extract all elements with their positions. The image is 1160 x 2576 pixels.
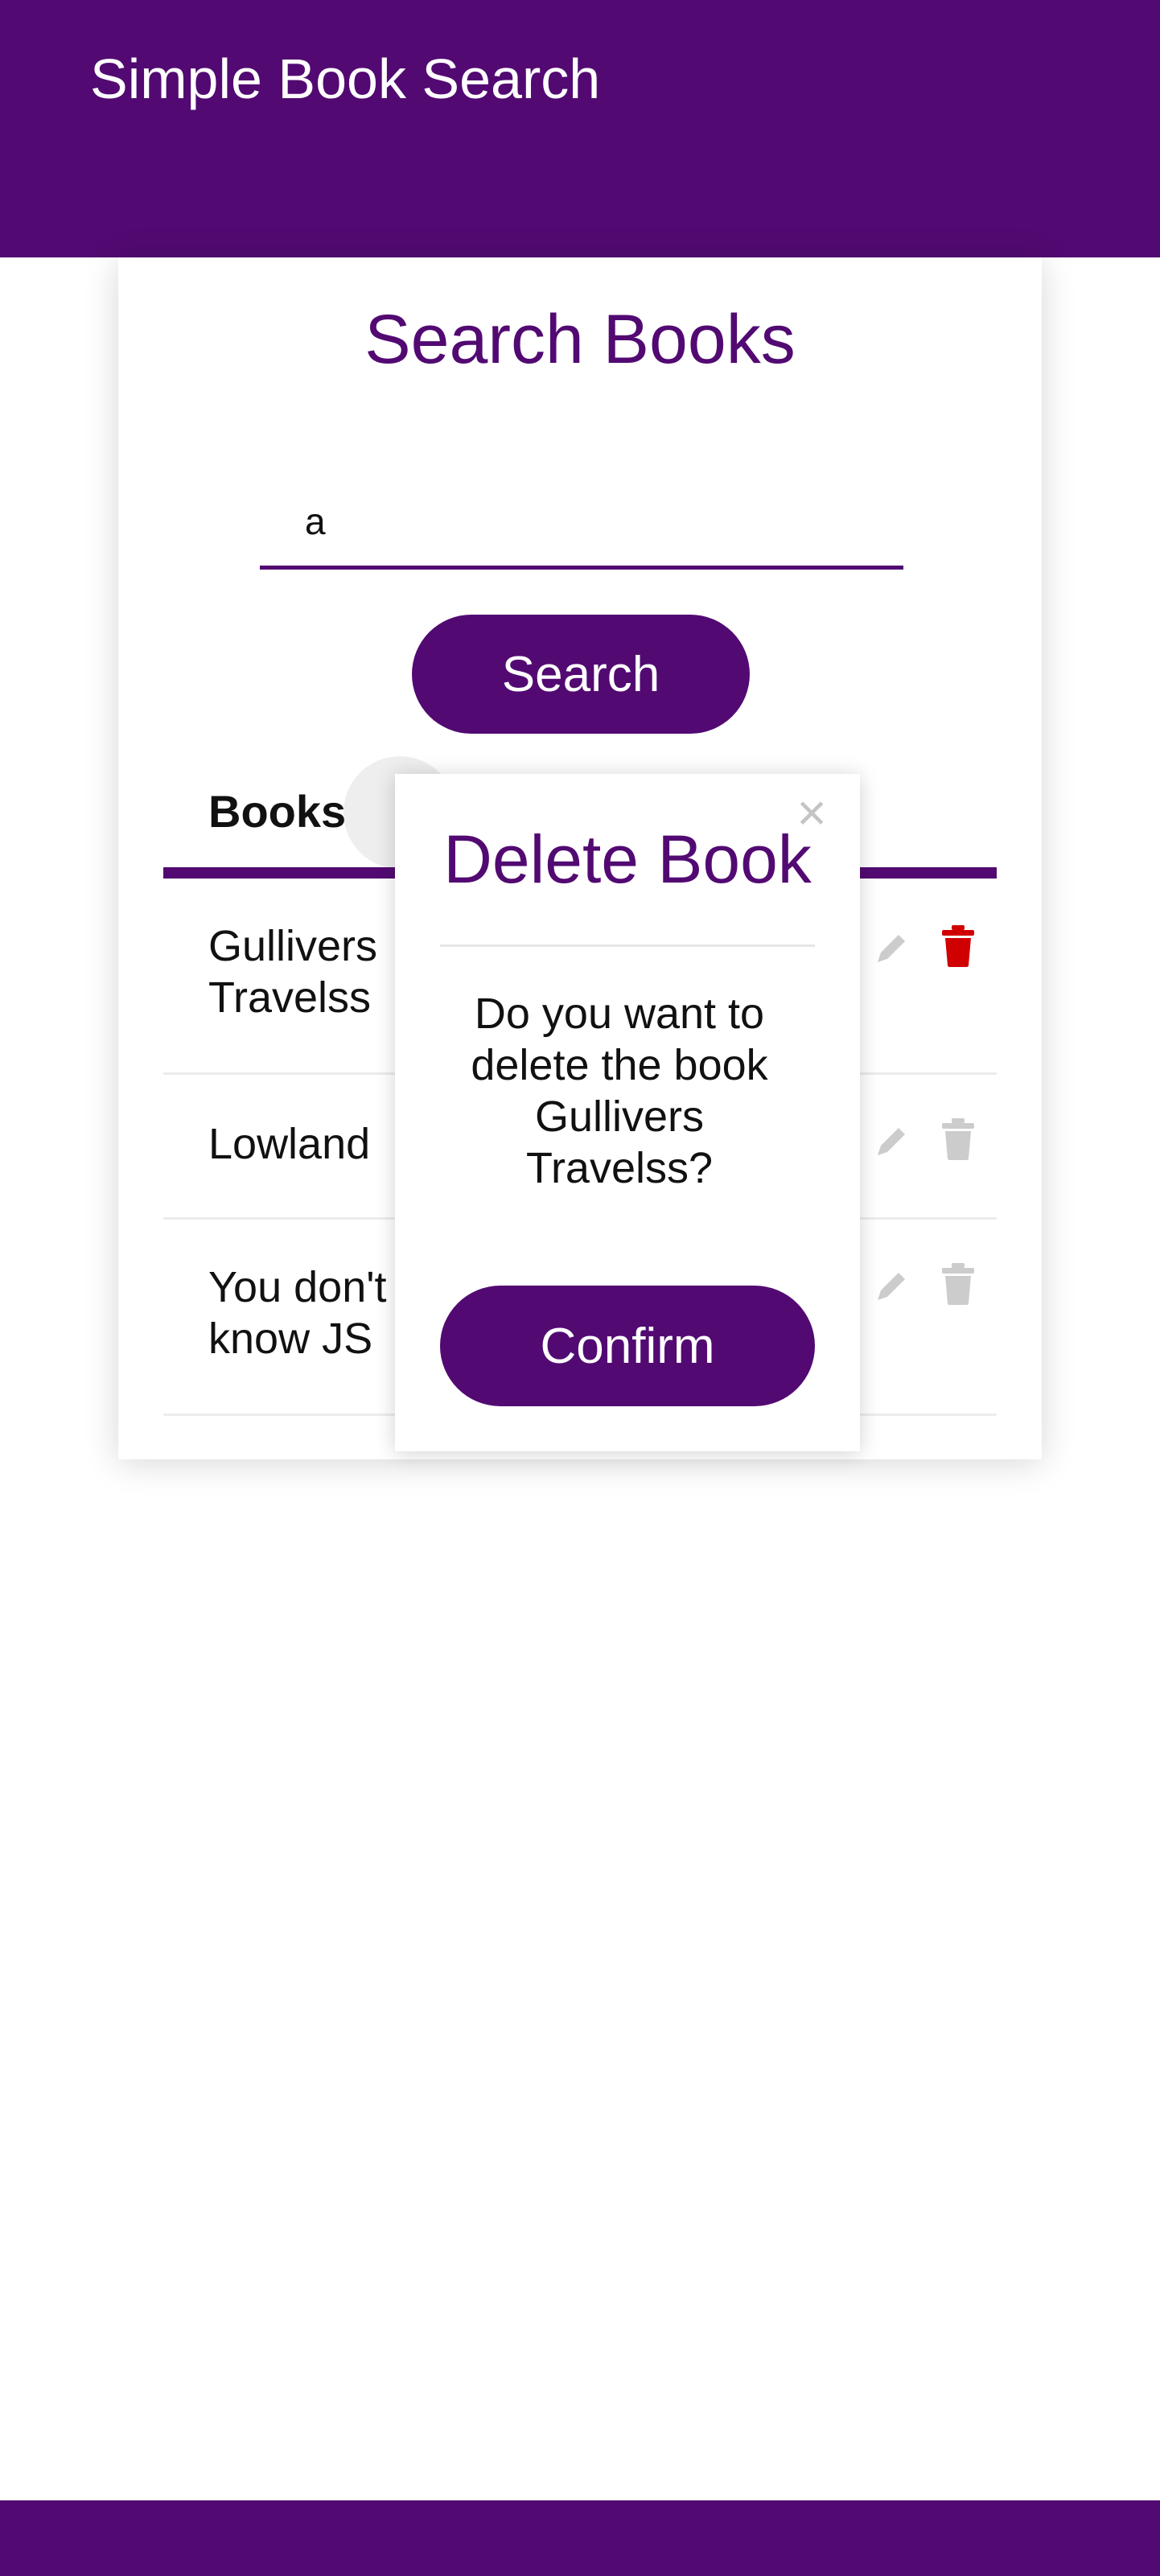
tab-books[interactable]: Books (208, 785, 346, 838)
pencil-icon[interactable] (871, 1120, 910, 1165)
book-title-line: Travelss (208, 973, 372, 1022)
trash-icon[interactable] (939, 924, 977, 969)
search-input[interactable] (260, 441, 903, 566)
app-title: Simple Book Search (90, 47, 601, 110)
search-button[interactable]: Search (412, 615, 750, 734)
pencil-icon[interactable] (871, 927, 910, 972)
modal-title: Delete Book (443, 821, 812, 897)
book-title-line: know JS (208, 1315, 373, 1363)
book-title: You don't know JS (208, 1261, 387, 1364)
modal-message-line: delete the book (471, 1041, 768, 1089)
confirm-button[interactable]: Confirm (440, 1286, 815, 1406)
app-footer (0, 2500, 1160, 2576)
book-title-line: You don't (208, 1263, 387, 1311)
modal-message-line: Do you want to (474, 990, 765, 1038)
book-title-line: Gullivers (208, 922, 378, 970)
modal-message-line: Travelss? (525, 1144, 714, 1192)
delete-book-modal: × Delete Book Do you want to delete the … (395, 774, 860, 1451)
trash-icon[interactable] (939, 1261, 977, 1307)
app-header: Simple Book Search (0, 0, 1160, 257)
modal-message-line: Gullivers (534, 1093, 705, 1141)
book-title: Lowland (208, 1120, 371, 1168)
modal-divider (440, 944, 815, 947)
modal-message: Do you want to delete the book Gullivers… (424, 988, 815, 1194)
book-title: Gullivers Travelss (208, 920, 377, 1023)
pencil-icon[interactable] (871, 1265, 910, 1310)
search-field (260, 441, 903, 570)
page-title: Search Books (364, 301, 796, 378)
trash-icon[interactable] (939, 1117, 977, 1162)
